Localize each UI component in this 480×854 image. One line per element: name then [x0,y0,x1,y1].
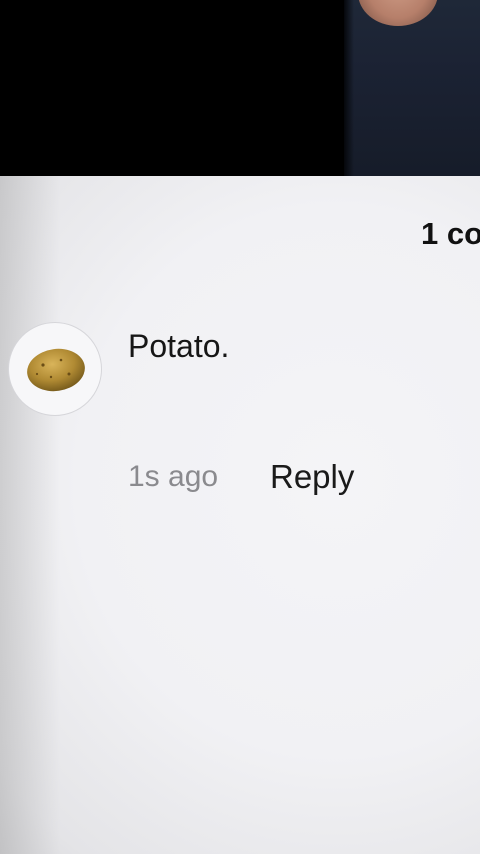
video-area[interactable] [0,0,480,176]
comment-timestamp: 1s ago [128,460,219,493]
sheet-edge-shade [0,176,60,854]
person-neck [358,0,438,26]
video-person [344,0,480,176]
comment-text: Potato. [128,328,230,364]
comments-count-title: 1 co [421,216,480,251]
video-shade [344,0,354,176]
reply-button[interactable]: Reply [270,458,354,496]
potato-avatar-icon [27,348,85,392]
avatar[interactable] [8,322,102,416]
comments-sheet: 1 co Potato. 1s ago Reply [0,176,480,854]
comment-item: Potato. 1s ago Reply [0,316,480,496]
